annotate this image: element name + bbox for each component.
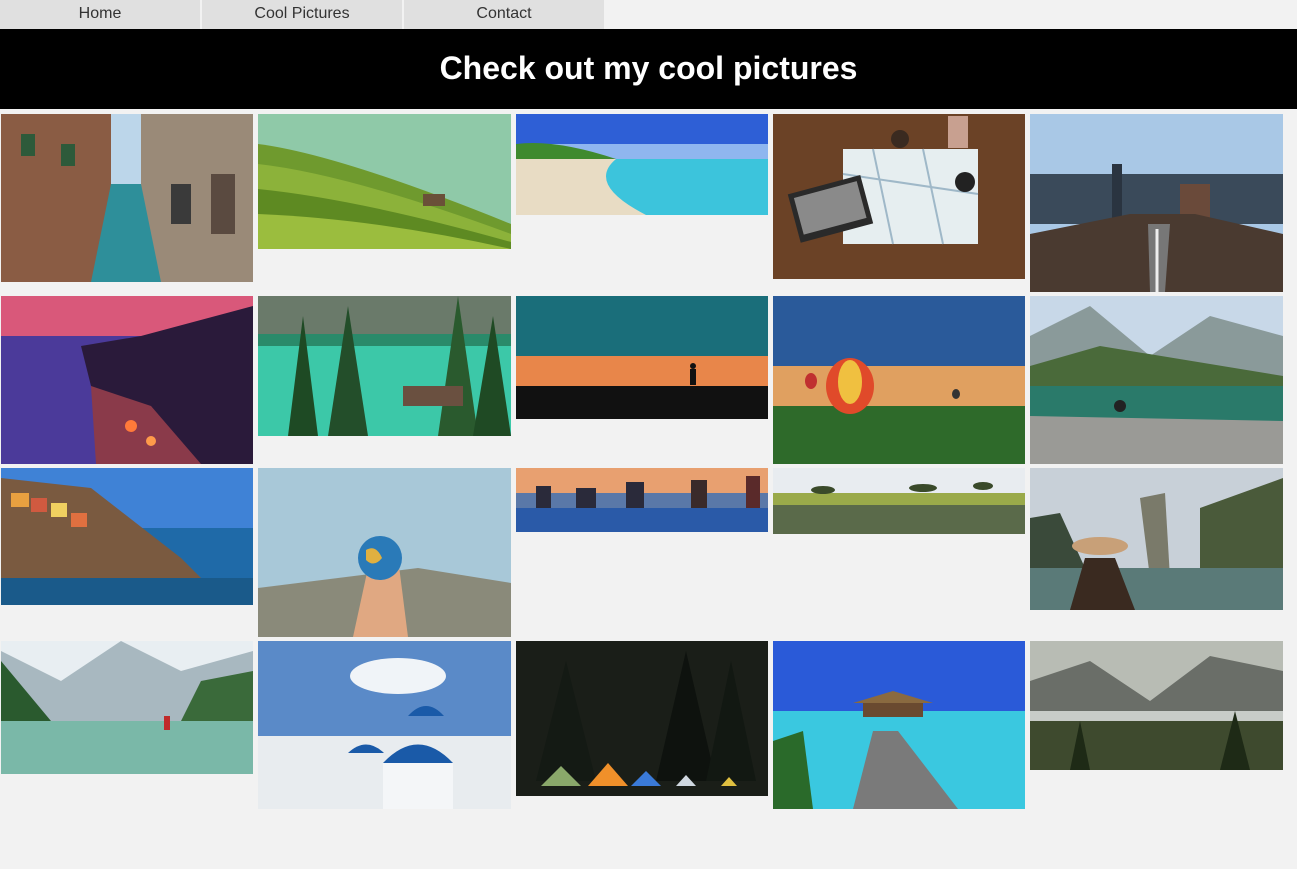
- photo-mountain-lake-couple[interactable]: [1030, 296, 1283, 464]
- photo-misty-mountain-valley[interactable]: [1030, 641, 1283, 770]
- photo-savanna-reflection[interactable]: [773, 468, 1025, 534]
- photo-alpine-lake-reflection[interactable]: [1, 641, 253, 774]
- photo-woman-sea-rocks[interactable]: [1030, 468, 1283, 610]
- photo-colorful-coastal-village[interactable]: [1, 468, 253, 605]
- photo-venice-canal[interactable]: [1, 114, 253, 282]
- photo-hand-holding-globe[interactable]: [258, 468, 511, 637]
- photo-rice-terraces[interactable]: [258, 114, 511, 249]
- photo-overwater-bungalow-pier[interactable]: [773, 641, 1025, 809]
- photo-turquoise-lake-pines[interactable]: [258, 296, 511, 436]
- photo-hot-air-balloons[interactable]: [773, 296, 1025, 464]
- photo-santorini-domes[interactable]: [258, 641, 511, 809]
- photo-gallery: [0, 0, 1297, 869]
- photo-city-skyline-river[interactable]: [516, 468, 768, 532]
- photo-hiker-silhouette-sunset[interactable]: [516, 296, 768, 419]
- photo-cinque-terre-sunset[interactable]: [1, 296, 253, 464]
- photo-tropical-beach[interactable]: [516, 114, 768, 215]
- photo-forest-camping-tents[interactable]: [516, 641, 768, 796]
- photo-travel-map-desk[interactable]: [773, 114, 1025, 279]
- photo-brooklyn-bridge[interactable]: [1030, 114, 1283, 292]
